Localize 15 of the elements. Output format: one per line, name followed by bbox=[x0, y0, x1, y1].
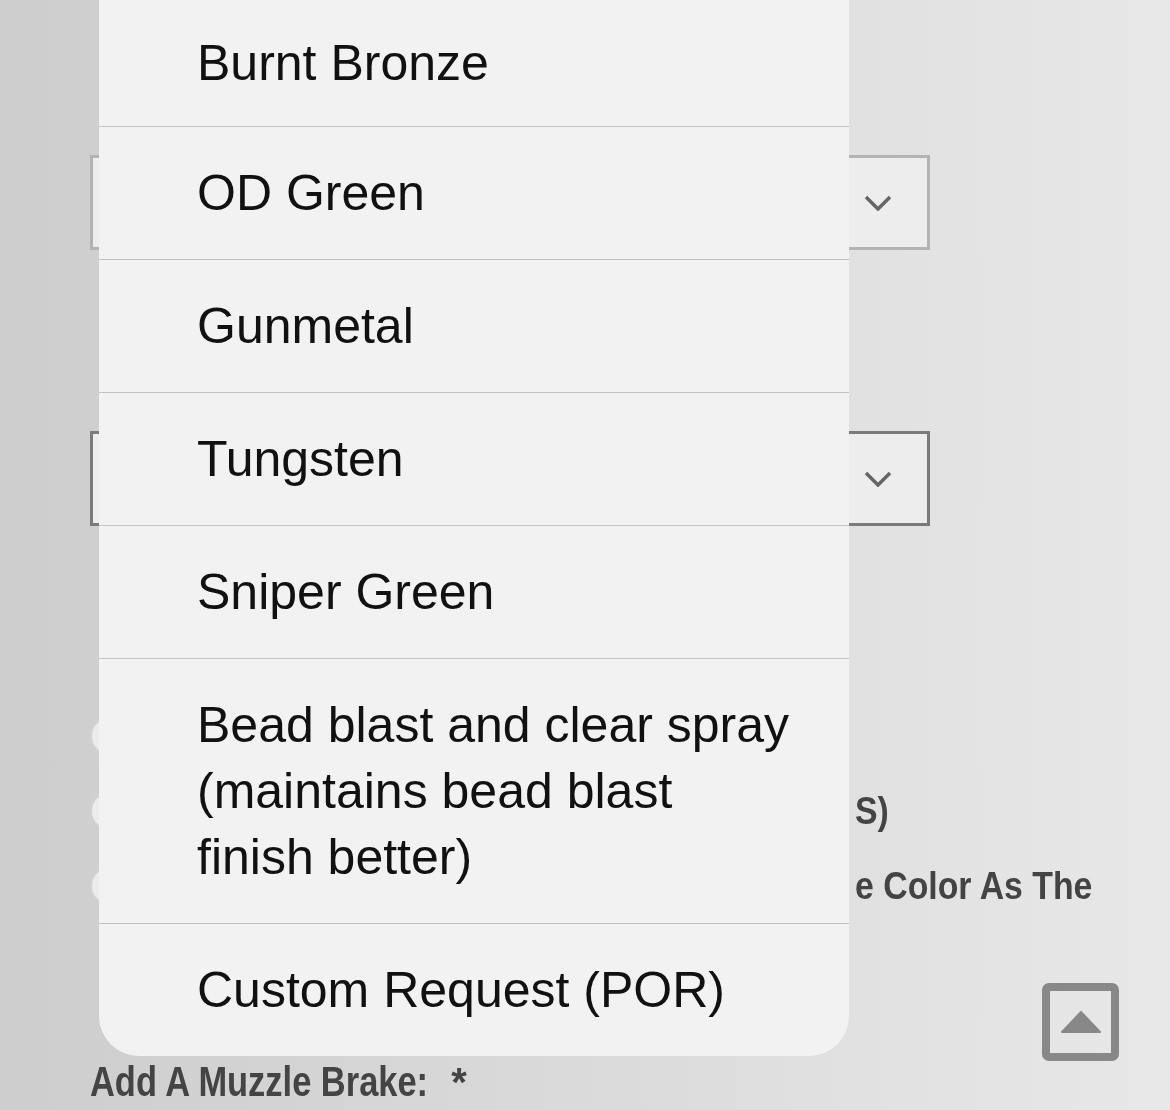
option-label: S) bbox=[855, 788, 889, 833]
field-label: Add A Muzzle Brake: bbox=[90, 1060, 429, 1104]
picker-option[interactable]: Burnt Bronze bbox=[99, 0, 849, 126]
triangle-up-icon bbox=[1060, 1011, 1101, 1033]
picker-option[interactable]: Sniper Green bbox=[99, 525, 849, 658]
required-mark: * bbox=[451, 1060, 467, 1104]
chevron-down-icon bbox=[864, 470, 892, 487]
picker-option[interactable]: Tungsten bbox=[99, 392, 849, 525]
picker-option[interactable]: Custom Request (POR) bbox=[99, 923, 849, 1056]
scroll-to-top-button[interactable] bbox=[1042, 983, 1119, 1061]
picker-option[interactable]: Bead blast and clear spray (maintains bead blast finish better) bbox=[99, 658, 849, 923]
chevron-down-icon bbox=[864, 194, 892, 211]
picker-option[interactable]: OD Green bbox=[99, 126, 849, 259]
option-label: e Color As The bbox=[855, 863, 1093, 908]
picker-option[interactable]: Gunmetal bbox=[99, 259, 849, 392]
